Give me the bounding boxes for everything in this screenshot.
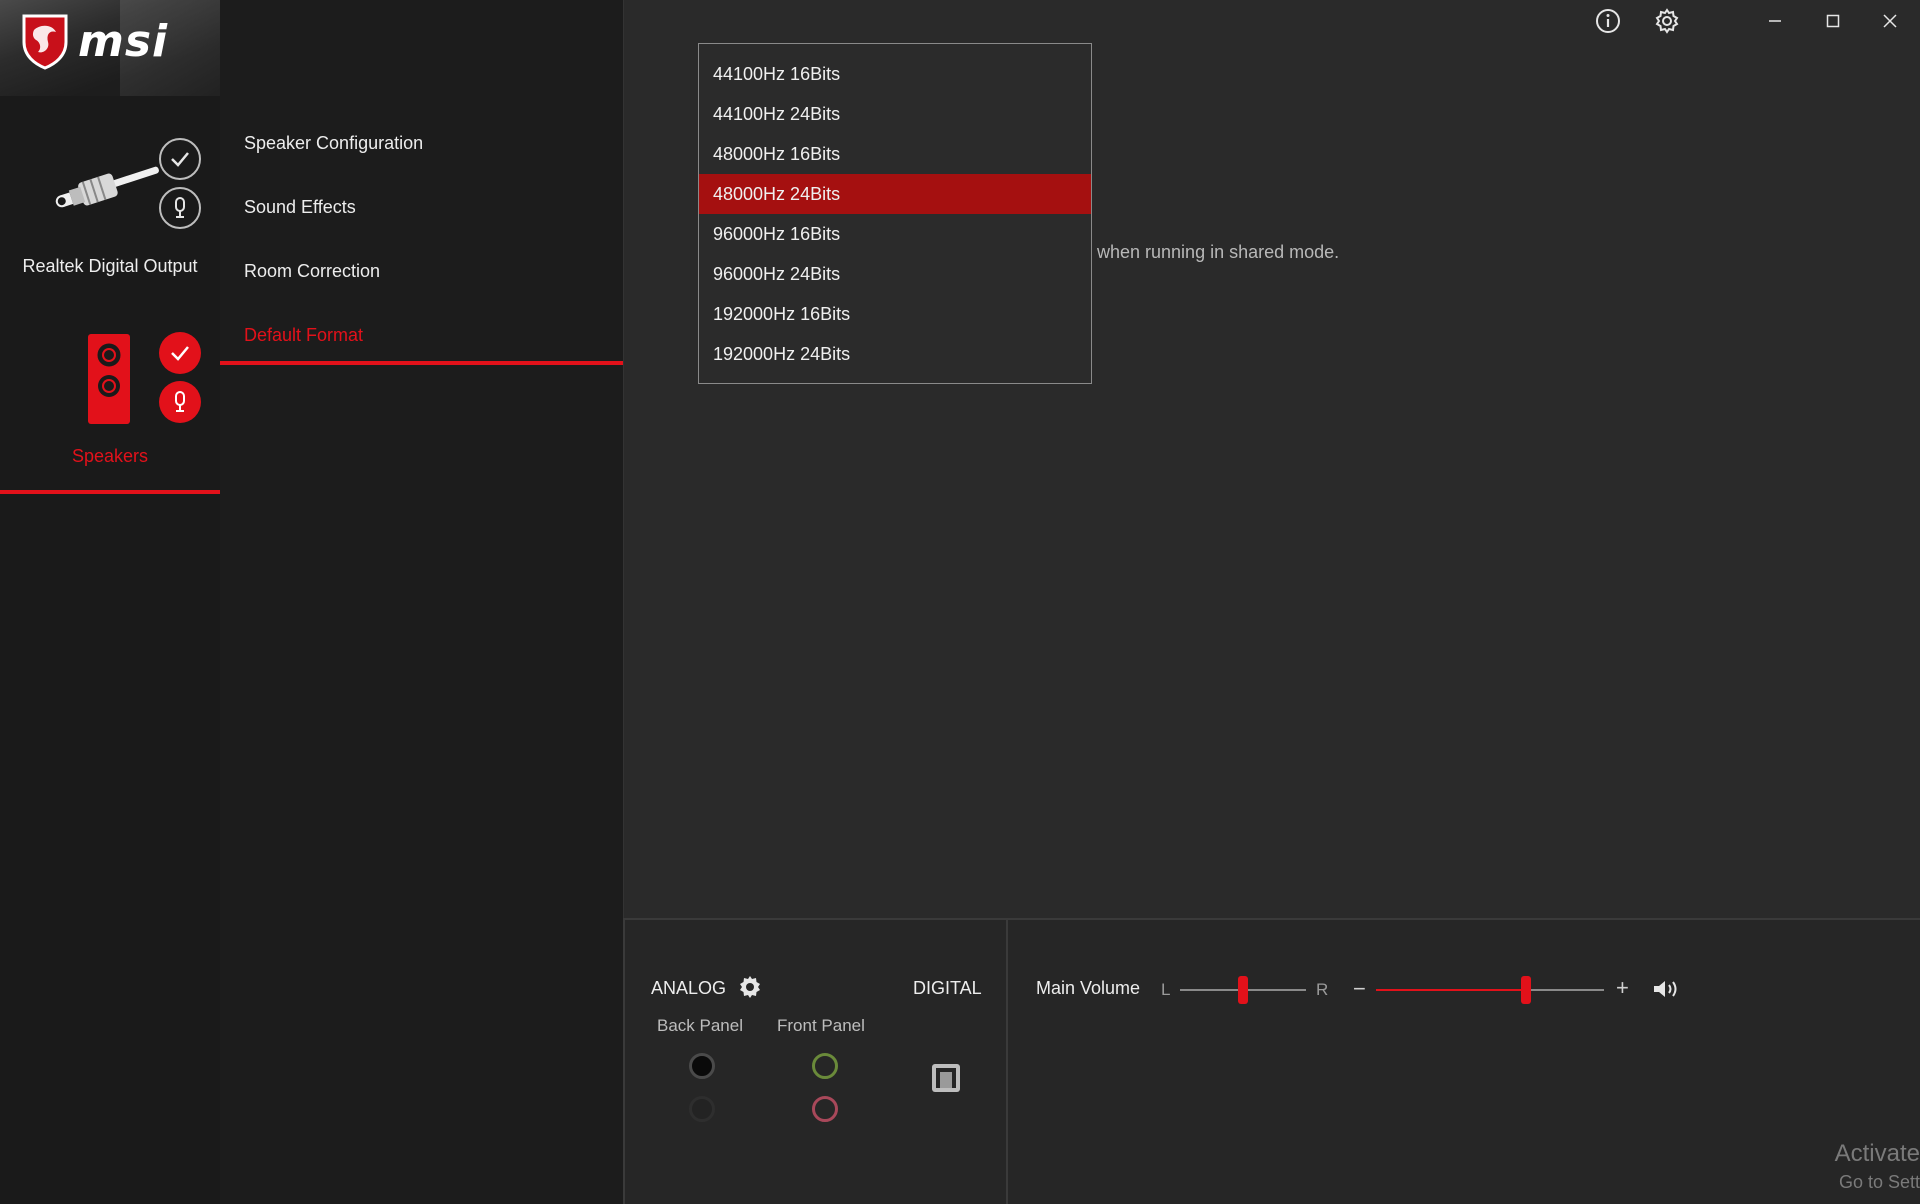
main-volume-label: Main Volume <box>1036 978 1141 998</box>
bottom-bar: ANALOG DIGITAL Back Panel Front Panel Ma… <box>623 918 1920 1204</box>
back-panel-jack-black[interactable] <box>689 1053 715 1079</box>
nav-active-underline <box>220 361 623 365</box>
close-button[interactable] <box>1870 6 1910 36</box>
device-mic-icon <box>159 381 201 423</box>
info-icon <box>1596 9 1620 33</box>
device-sidebar: msi Realtek Digital Output Speakers <box>0 0 620 1204</box>
default-format-description: when running in shared mode. <box>1097 242 1340 262</box>
nav-item-sound-effects[interactable]: Sound Effects <box>244 197 356 218</box>
close-icon <box>1883 14 1897 28</box>
nav-item-room-correction[interactable]: Room Correction <box>244 261 380 282</box>
analog-label: ANALOG <box>651 978 727 998</box>
front-panel-jack-green[interactable] <box>812 1053 838 1079</box>
volume-up-button[interactable]: + <box>1616 975 1629 1001</box>
front-panel-label: Front Panel <box>777 1016 865 1035</box>
device-label: Realtek Digital Output <box>22 256 198 276</box>
device-check-icon <box>159 332 201 374</box>
device-mic-icon <box>159 187 201 229</box>
activate-windows-watermark: Activate <box>1834 1140 1920 1167</box>
format-option[interactable]: 96000Hz 24Bits <box>699 254 1091 294</box>
nav-item-speaker-configuration[interactable]: Speaker Configuration <box>244 133 423 154</box>
device-realtek-digital-output[interactable]: Realtek Digital Output <box>0 120 220 290</box>
format-option[interactable]: 192000Hz 24Bits <box>699 334 1091 374</box>
balance-right-label: R <box>1316 980 1329 999</box>
logo-bar: msi <box>0 0 620 96</box>
maximize-icon <box>1826 14 1840 28</box>
settings-nav: Speaker Configuration Sound Effects Room… <box>220 0 623 1204</box>
device-label: Speakers <box>71 446 149 466</box>
gear-icon <box>1655 8 1679 34</box>
minimize-button[interactable] <box>1755 6 1795 36</box>
format-option[interactable]: 44100Hz 24Bits <box>699 94 1091 134</box>
settings-button[interactable] <box>1647 6 1687 36</box>
volume-track-fill <box>1376 989 1527 991</box>
volume-slider-thumb[interactable] <box>1521 976 1532 1004</box>
format-option[interactable]: 48000Hz 16Bits <box>699 134 1091 174</box>
device-speakers[interactable]: Speakers <box>0 320 220 494</box>
volume-down-button[interactable]: − <box>1353 976 1366 1002</box>
speaker-volume-icon <box>1654 981 1677 997</box>
digital-plug-icon <box>55 166 159 208</box>
speaker-icon <box>88 334 130 424</box>
format-option[interactable]: 192000Hz 16Bits <box>699 294 1091 334</box>
digital-label: DIGITAL <box>913 978 982 998</box>
spdif-port-icon[interactable] <box>930 1062 962 1094</box>
msi-logo-wordmark: msi <box>78 16 169 67</box>
nav-item-default-format[interactable]: Default Format <box>244 325 363 346</box>
format-option[interactable]: 44100Hz 16Bits <box>699 54 1091 94</box>
gear-icon <box>740 976 760 998</box>
default-format-dropdown-list[interactable]: 44100Hz 16Bits 44100Hz 24Bits 48000Hz 16… <box>698 43 1092 384</box>
balance-slider-thumb[interactable] <box>1238 976 1248 1004</box>
front-panel-jack-pink[interactable] <box>812 1096 838 1122</box>
back-panel-label: Back Panel <box>657 1016 743 1035</box>
format-option-selected[interactable]: 48000Hz 24Bits <box>699 174 1091 214</box>
msi-dragon-shield-icon <box>22 14 68 70</box>
device-check-icon <box>159 138 201 180</box>
balance-left-label: L <box>1161 980 1171 999</box>
minimize-icon <box>1769 20 1781 22</box>
info-button[interactable] <box>1588 6 1628 36</box>
maximize-button[interactable] <box>1813 6 1853 36</box>
jack-panel: ANALOG DIGITAL Back Panel Front Panel <box>623 920 1008 1204</box>
mute-button[interactable] <box>1650 974 1682 1004</box>
format-option[interactable]: 96000Hz 16Bits <box>699 214 1091 254</box>
analog-settings-button[interactable] <box>730 972 770 1002</box>
activate-windows-subtext: Go to Sett <box>1838 1172 1920 1192</box>
back-panel-jack-grey[interactable] <box>689 1096 715 1122</box>
volume-panel: Main Volume L R − + <box>1008 920 1920 1204</box>
